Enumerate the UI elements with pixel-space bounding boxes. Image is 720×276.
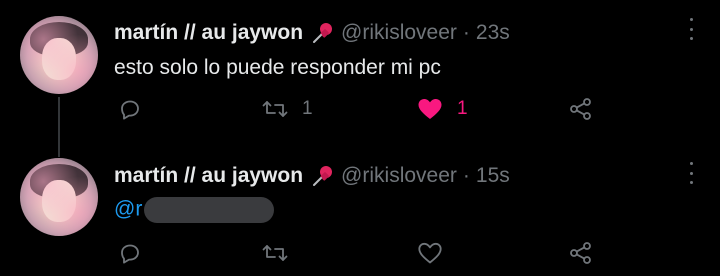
timestamp[interactable]: 15s [476, 164, 510, 188]
reply-button[interactable] [118, 240, 142, 266]
tweet-header: martín // au jaywon @rikisloveer · 15s [114, 163, 510, 189]
tweet-text: @r [114, 197, 275, 223]
share-icon [568, 241, 594, 265]
like-button[interactable] [417, 240, 443, 266]
pushpin-icon [311, 21, 335, 45]
heart-icon [417, 241, 443, 265]
display-name[interactable]: martín // au jaywon [114, 21, 303, 45]
retweet-button[interactable] [262, 240, 288, 266]
avatar[interactable] [20, 158, 98, 236]
retweet-count: 1 [302, 98, 313, 119]
pushpin-icon [311, 164, 335, 188]
avatar-heart-overlay [20, 16, 98, 94]
tweet-actions [0, 240, 720, 266]
retweet-button[interactable]: 1 [262, 96, 313, 122]
mention-link[interactable]: @r [114, 198, 142, 221]
separator: · [462, 164, 470, 187]
timestamp[interactable]: 23s [476, 21, 510, 45]
tweet-actions: 1 1 [0, 96, 720, 122]
redaction-bar [144, 197, 275, 223]
separator: · [462, 21, 470, 44]
handle[interactable]: @rikisloveer [341, 164, 457, 188]
share-button[interactable] [568, 96, 594, 122]
share-icon [568, 97, 594, 121]
retweet-icon [262, 97, 288, 121]
tweet-header: martín // au jaywon @rikisloveer · 23s [114, 20, 510, 46]
like-count: 1 [457, 98, 468, 119]
reply-icon [118, 97, 142, 121]
more-icon[interactable] [688, 18, 694, 40]
display-name[interactable]: martín // au jaywon [114, 164, 303, 188]
reply-button[interactable] [118, 96, 142, 122]
reply-icon [118, 241, 142, 265]
share-button[interactable] [568, 240, 594, 266]
avatar-heart-overlay [20, 158, 98, 236]
heart-icon [417, 97, 443, 121]
tweet-text: esto solo lo puede responder mi pc [114, 56, 441, 79]
avatar[interactable] [20, 16, 98, 94]
handle[interactable]: @rikisloveer [341, 21, 457, 45]
more-icon[interactable] [688, 162, 694, 184]
like-button[interactable]: 1 [417, 96, 468, 122]
retweet-icon [262, 241, 288, 265]
